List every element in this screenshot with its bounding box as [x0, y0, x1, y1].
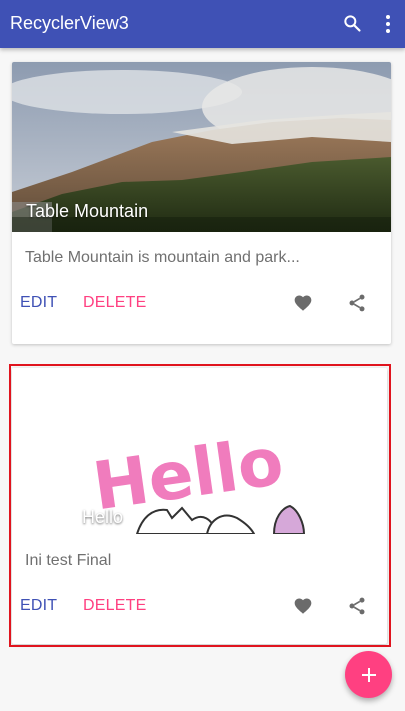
- hello-sticker-image: Hello: [12, 368, 387, 534]
- share-icon[interactable]: [347, 293, 367, 313]
- overflow-menu-icon[interactable]: [380, 13, 396, 35]
- edit-button[interactable]: EDIT: [20, 597, 57, 615]
- card-description: Table Mountain is mountain and park...: [25, 249, 300, 266]
- place-card-selected[interactable]: Hello Hello Ini test Final EDIT DELETE: [12, 368, 387, 644]
- share-icon[interactable]: [347, 596, 367, 616]
- place-card[interactable]: Table Mountain Table Mountain is mountai…: [12, 62, 391, 344]
- card-title: Hello: [82, 507, 124, 527]
- search-icon[interactable]: [342, 13, 362, 33]
- delete-button[interactable]: DELETE: [83, 294, 146, 312]
- edit-button[interactable]: EDIT: [20, 294, 57, 312]
- heart-icon[interactable]: [293, 293, 313, 313]
- card-title: Table Mountain: [26, 201, 149, 221]
- card-image: Table Mountain: [12, 62, 391, 232]
- plus-icon: [361, 667, 376, 682]
- add-fab-button[interactable]: [345, 651, 392, 698]
- card-image: Hello Hello: [12, 368, 387, 534]
- card-description: Ini test Final: [25, 552, 112, 569]
- app-title: RecyclerView3: [10, 13, 129, 33]
- heart-icon[interactable]: [293, 596, 313, 616]
- app-bar: RecyclerView3: [0, 0, 405, 48]
- delete-button[interactable]: DELETE: [83, 597, 146, 615]
